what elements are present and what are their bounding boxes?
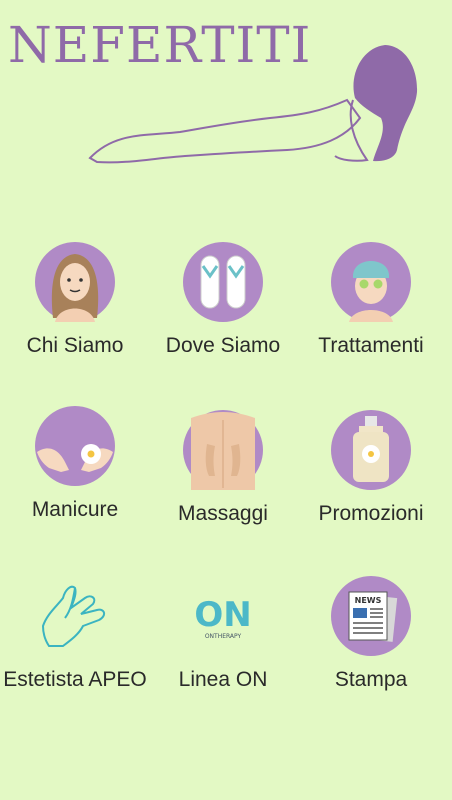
manicure-hands-icon — [35, 406, 115, 486]
flip-flops-icon — [183, 242, 263, 322]
massage-back-icon — [183, 410, 263, 490]
header: NEFERTITI — [0, 0, 452, 200]
lotion-bottle-icon — [331, 410, 411, 490]
ontherapy-logo-icon: ON ONTHERAPY — [183, 576, 263, 656]
apeo-hands-icon — [35, 576, 115, 656]
menu-label: Manicure — [31, 498, 119, 521]
menu-label: Linea ON — [178, 668, 268, 691]
ontherapy-logo-subtext: ONTHERAPY — [205, 633, 242, 640]
woman-face-icon — [35, 242, 115, 322]
face-mask-icon — [331, 242, 411, 322]
reclining-woman-logo — [88, 45, 418, 164]
menu-label: Promozioni — [318, 502, 424, 525]
on-logo-text: ON — [194, 595, 251, 635]
menu-label: Estetista APEO — [3, 668, 147, 691]
menu-label: Chi Siamo — [26, 334, 124, 357]
menu-label: Stampa — [334, 668, 408, 691]
menu-label: Massaggi — [178, 502, 268, 525]
newspaper-icon: NEWS — [331, 576, 411, 656]
menu-label: Dove Siamo — [165, 334, 281, 357]
news-badge-text: NEWS — [355, 596, 382, 605]
menu-label: Trattamenti — [318, 334, 424, 357]
